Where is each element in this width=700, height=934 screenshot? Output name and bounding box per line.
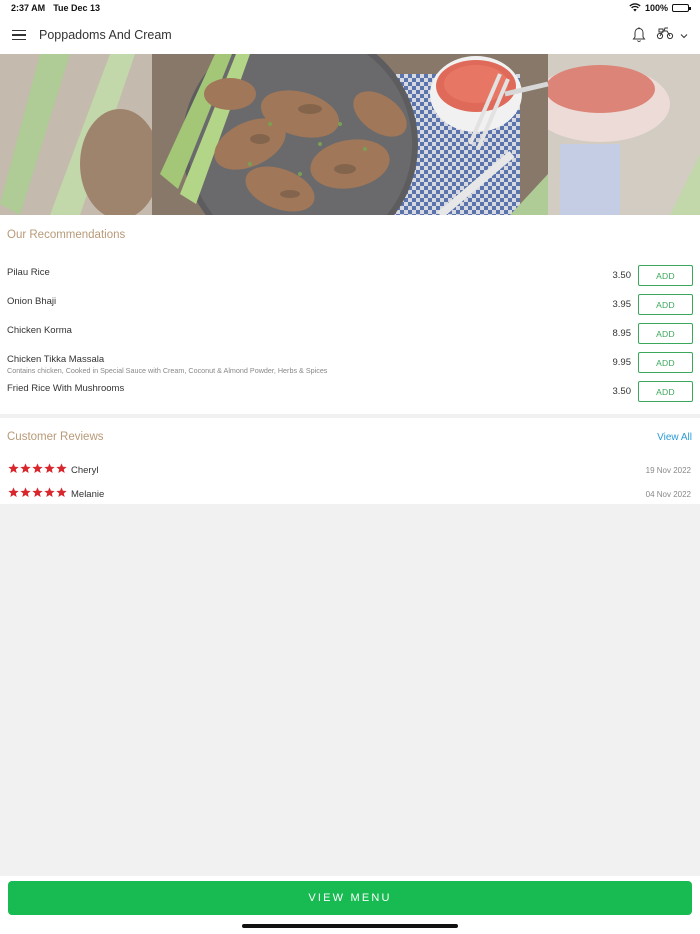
recommendations-title: Our Recommendations [7, 229, 126, 241]
star-icon [20, 463, 31, 474]
reviewer-name: Melanie [71, 489, 105, 500]
menu-item-price: 8.95 [612, 328, 632, 339]
menu-item-name: Fried Rice With Mushrooms [7, 383, 125, 394]
battery-percent: 100% [644, 3, 668, 13]
review-date: 19 Nov 2022 [645, 466, 691, 475]
status-time: 2:37 AM [11, 3, 46, 13]
reviewer-name: Cheryl [71, 465, 99, 476]
star-icon [56, 463, 67, 474]
view-menu-button[interactable]: VIEW MENU [8, 881, 692, 915]
add-button[interactable]: ADD [638, 265, 693, 286]
home-indicator [242, 924, 458, 928]
review-row: Melanie 04 Nov 2022 [0, 487, 700, 503]
banner-image [0, 54, 700, 215]
chevron-down-icon [680, 26, 688, 44]
scooter-icon [656, 26, 674, 45]
star-icon [32, 487, 43, 498]
menu-item: Chicken Korma 8.95 ADD [0, 323, 700, 351]
status-bar: 2:37 AM Tue Dec 13 100% [0, 0, 700, 16]
customer-reviews-section: Customer Reviews View All Cheryl 19 Nov … [0, 418, 700, 504]
review-row: Cheryl 19 Nov 2022 [0, 463, 700, 479]
menu-item: Chicken Tikka Massala Contains chicken, … [0, 352, 700, 380]
add-button[interactable]: ADD [638, 381, 693, 402]
menu-item-name: Pilau Rice [7, 267, 50, 278]
restaurant-title: Poppadoms And Cream [39, 28, 172, 42]
menu-item-name: Chicken Tikka Massala [7, 354, 105, 365]
menu-item: Onion Bhaji 3.95 ADD [0, 294, 700, 322]
review-date: 04 Nov 2022 [645, 490, 691, 499]
star-icon [32, 463, 43, 474]
menu-item-price: 3.95 [612, 299, 632, 310]
star-icon [20, 487, 31, 498]
star-rating [8, 487, 67, 498]
view-all-link[interactable]: View All [657, 432, 692, 443]
star-icon [8, 487, 19, 498]
battery-icon [672, 4, 691, 12]
grilled-chicken-wings-image [0, 54, 700, 215]
add-button[interactable]: ADD [638, 323, 693, 344]
hamburger-menu-icon[interactable] [12, 30, 26, 40]
star-icon [44, 487, 55, 498]
menu-item: Fried Rice With Mushrooms 3.50 ADD [0, 381, 700, 409]
star-icon [8, 463, 19, 474]
menu-item-description: Contains chicken, Cooked in Special Sauc… [7, 366, 328, 375]
reviews-title: Customer Reviews [7, 431, 104, 443]
menu-item-price: 3.50 [612, 270, 632, 281]
star-icon [56, 487, 67, 498]
menu-item-name: Chicken Korma [7, 325, 72, 336]
add-button[interactable]: ADD [638, 294, 693, 315]
menu-item-price: 9.95 [612, 357, 632, 368]
wifi-icon [629, 2, 641, 14]
star-icon [44, 463, 55, 474]
menu-item-price: 3.50 [612, 386, 632, 397]
star-rating [8, 463, 67, 474]
recommendations-section: Our Recommendations Pilau Rice 3.50 ADD … [0, 215, 700, 414]
status-date: Tue Dec 13 [53, 3, 101, 13]
menu-item-name: Onion Bhaji [7, 296, 57, 307]
delivery-selector[interactable] [656, 26, 688, 45]
bell-icon[interactable] [632, 27, 646, 43]
add-button[interactable]: ADD [638, 352, 693, 373]
menu-item: Pilau Rice 3.50 ADD [0, 265, 700, 293]
app-header: Poppadoms And Cream [0, 16, 700, 54]
status-right: 100% [629, 2, 691, 14]
header-actions [632, 26, 688, 45]
